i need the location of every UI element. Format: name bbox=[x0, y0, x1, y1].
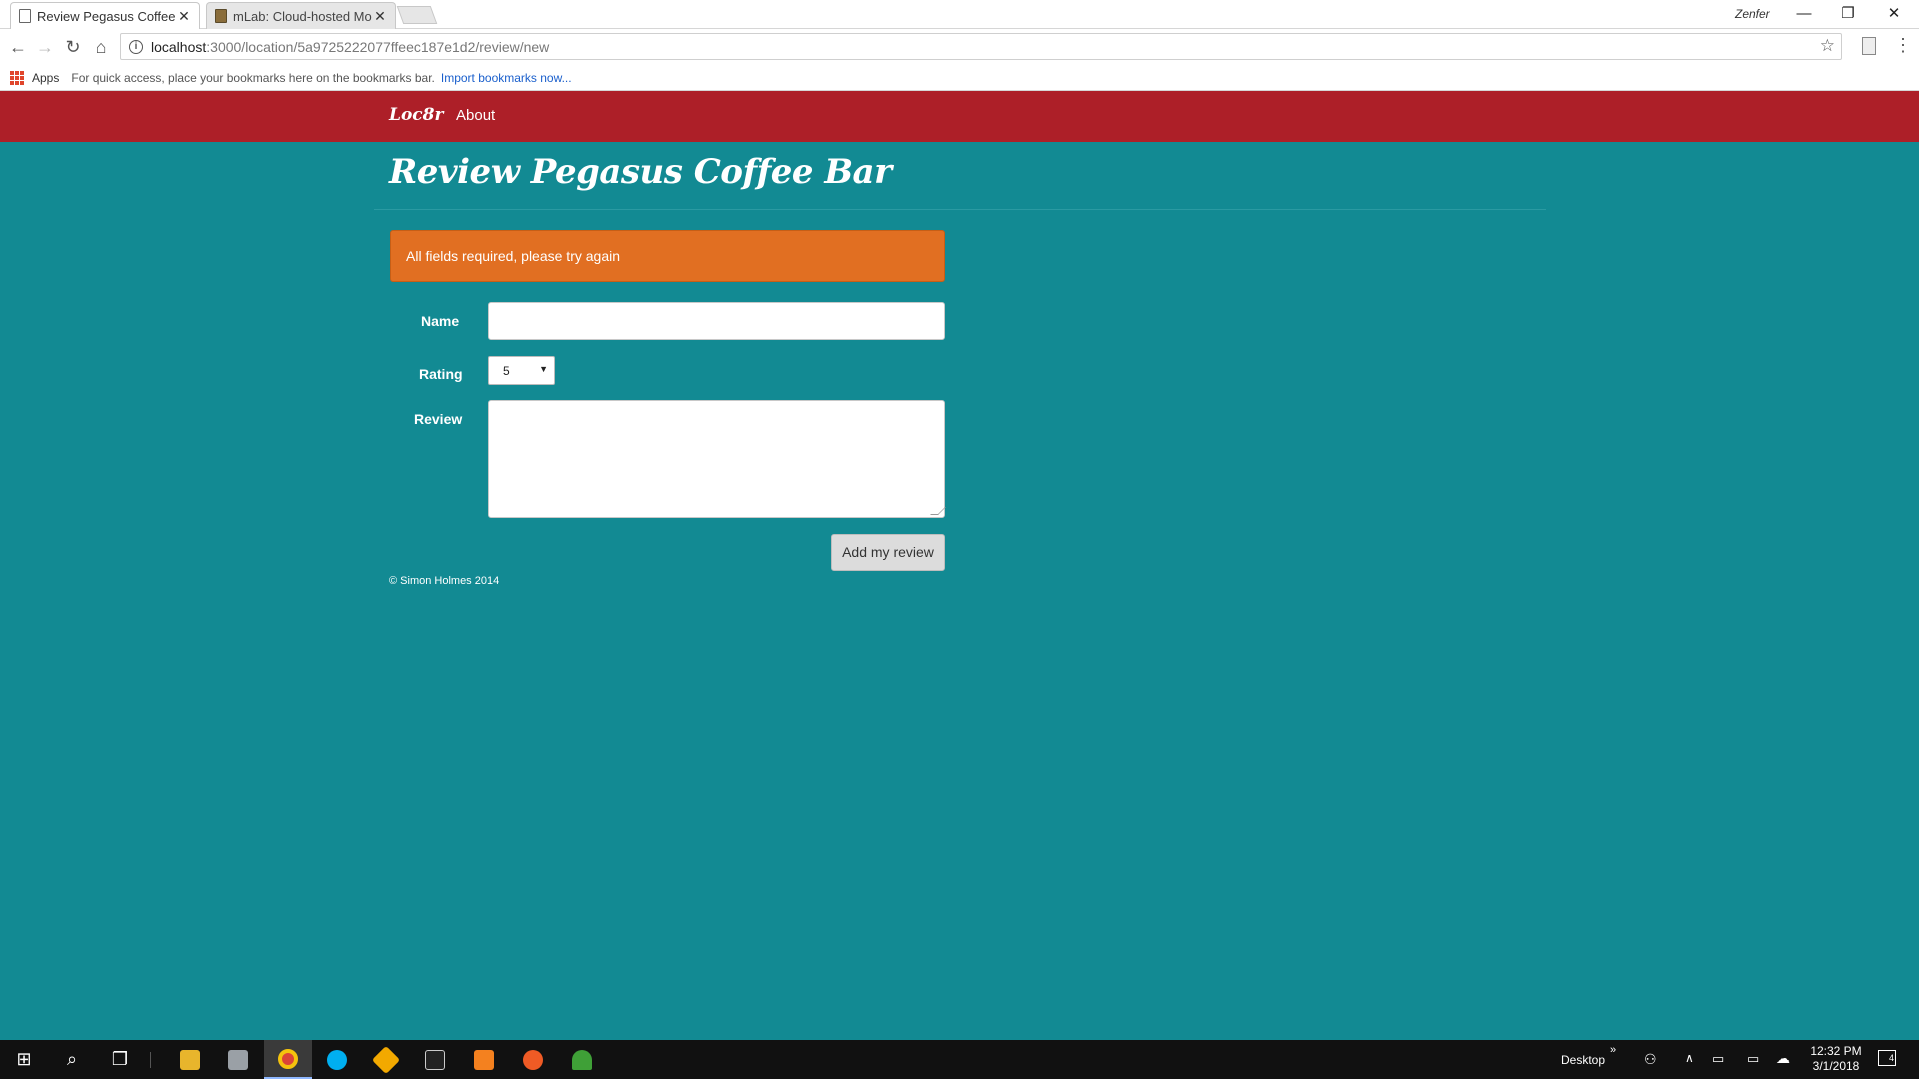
close-tab-icon[interactable]: ✕ bbox=[177, 8, 191, 25]
mlab-favicon-icon bbox=[215, 9, 227, 23]
nav-about-link[interactable]: About bbox=[456, 107, 495, 124]
notification-count: 4 bbox=[1888, 1053, 1894, 1063]
dropdown-arrow-icon: ▼ bbox=[539, 364, 548, 374]
task-view-icon[interactable]: ❐ bbox=[96, 1040, 144, 1079]
bookmarks-hint: For quick access, place your bookmarks h… bbox=[71, 70, 435, 85]
site-navbar: Loc8r About bbox=[0, 91, 1919, 142]
back-icon[interactable]: ← bbox=[6, 35, 30, 59]
rating-select[interactable]: 5 ▼ bbox=[488, 356, 555, 385]
url-host: localhost bbox=[151, 38, 207, 55]
tab-mlab[interactable]: mLab: Cloud-hosted Mo ✕ bbox=[206, 2, 396, 29]
tab-title: Review Pegasus Coffee B bbox=[37, 8, 177, 24]
name-input[interactable] bbox=[488, 302, 945, 340]
review-textarea[interactable] bbox=[488, 400, 946, 518]
review-label: Review bbox=[414, 411, 463, 427]
apps-link[interactable]: Apps bbox=[32, 71, 59, 85]
address-bar[interactable]: i localhost:3000/location/5a9725222077ff… bbox=[120, 33, 1842, 60]
site-info-icon[interactable]: i bbox=[129, 39, 143, 54]
chevron-double-right-icon[interactable]: » bbox=[1610, 1044, 1616, 1056]
windows-start-icon[interactable]: ⊞ bbox=[0, 1040, 48, 1079]
search-icon[interactable]: ⌕ bbox=[48, 1040, 96, 1079]
clock-time: 12:32 PM bbox=[1810, 1044, 1862, 1058]
footer-copyright: © Simon Holmes 2014 bbox=[389, 575, 500, 587]
page-favicon-icon bbox=[19, 9, 31, 23]
mail-app-icon[interactable] bbox=[214, 1040, 262, 1079]
windows-taskbar: ⊞ ⌕ ❐ Desktop » ⚇ ∧ ▭ ▭ ☁ 12:32 PM 3/1/2… bbox=[0, 1040, 1919, 1079]
browser-toolbar: ← → ↻ ⌂ i localhost:3000/location/5a9725… bbox=[0, 29, 1919, 65]
header-divider bbox=[374, 209, 1546, 210]
browser-tab-strip: Review Pegasus Coffee B ✕ mLab: Cloud-ho… bbox=[0, 0, 1919, 29]
rating-selected-value: 5 bbox=[503, 364, 510, 378]
tab-title: mLab: Cloud-hosted Mo bbox=[233, 8, 372, 24]
restore-icon[interactable]: ❐ bbox=[1828, 3, 1868, 25]
taskbar-clock[interactable]: 12:32 PM 3/1/2018 bbox=[1808, 1044, 1864, 1074]
onedrive-cloud-icon[interactable]: ☁ bbox=[1776, 1050, 1790, 1067]
network-icon[interactable]: ▭ bbox=[1747, 1051, 1759, 1067]
bookmarks-bar: Apps For quick access, place your bookma… bbox=[0, 65, 1919, 91]
terminal-icon[interactable] bbox=[411, 1040, 459, 1079]
desktop-toolbar-label[interactable]: Desktop bbox=[1561, 1053, 1605, 1067]
taskbar-separator bbox=[150, 1052, 151, 1068]
page-title: Review Pegasus Coffee Bar bbox=[389, 152, 892, 192]
error-alert: All fields required, please try again bbox=[390, 230, 945, 282]
forward-icon[interactable]: → bbox=[33, 35, 57, 59]
chrome-menu-icon[interactable]: ⋮ bbox=[1894, 35, 1912, 56]
skype-icon[interactable] bbox=[313, 1040, 361, 1079]
robomongo-icon[interactable] bbox=[558, 1040, 606, 1079]
rating-label: Rating bbox=[419, 366, 463, 382]
postman-icon[interactable] bbox=[509, 1040, 557, 1079]
close-window-icon[interactable]: ✕ bbox=[1874, 3, 1914, 25]
apps-grid-icon[interactable] bbox=[10, 70, 24, 85]
action-center-icon[interactable]: 4 bbox=[1878, 1050, 1896, 1066]
people-icon[interactable]: ⚇ bbox=[1644, 1051, 1657, 1068]
url-path: :3000/location/5a9725222077ffeec187e1d2/… bbox=[206, 38, 550, 55]
extension-icon[interactable] bbox=[1862, 37, 1876, 55]
clock-date: 3/1/2018 bbox=[1812, 1059, 1860, 1073]
reload-icon[interactable]: ↻ bbox=[61, 35, 85, 59]
tab-review-pegasus[interactable]: Review Pegasus Coffee B ✕ bbox=[10, 2, 200, 29]
profile-name[interactable]: Zenfer bbox=[1735, 7, 1770, 21]
add-review-button[interactable]: Add my review bbox=[831, 534, 945, 571]
name-label: Name bbox=[421, 313, 460, 329]
new-tab-button[interactable] bbox=[396, 6, 438, 24]
resize-handle-icon[interactable] bbox=[930, 507, 946, 515]
sublime-text-icon[interactable] bbox=[460, 1040, 508, 1079]
bookmark-star-icon[interactable]: ☆ bbox=[1820, 36, 1835, 56]
close-tab-icon[interactable]: ✕ bbox=[373, 8, 387, 25]
home-icon[interactable]: ⌂ bbox=[89, 35, 113, 59]
chevron-up-icon[interactable]: ∧ bbox=[1685, 1051, 1694, 1065]
minimize-icon[interactable]: — bbox=[1784, 3, 1824, 25]
git-tool-icon[interactable] bbox=[362, 1040, 410, 1079]
battery-icon[interactable]: ▭ bbox=[1712, 1051, 1724, 1067]
file-explorer-icon[interactable] bbox=[166, 1040, 214, 1079]
import-bookmarks-link[interactable]: Import bookmarks now... bbox=[441, 71, 572, 85]
brand-logo[interactable]: Loc8r bbox=[389, 105, 443, 125]
chrome-taskbar-icon[interactable] bbox=[264, 1040, 312, 1079]
